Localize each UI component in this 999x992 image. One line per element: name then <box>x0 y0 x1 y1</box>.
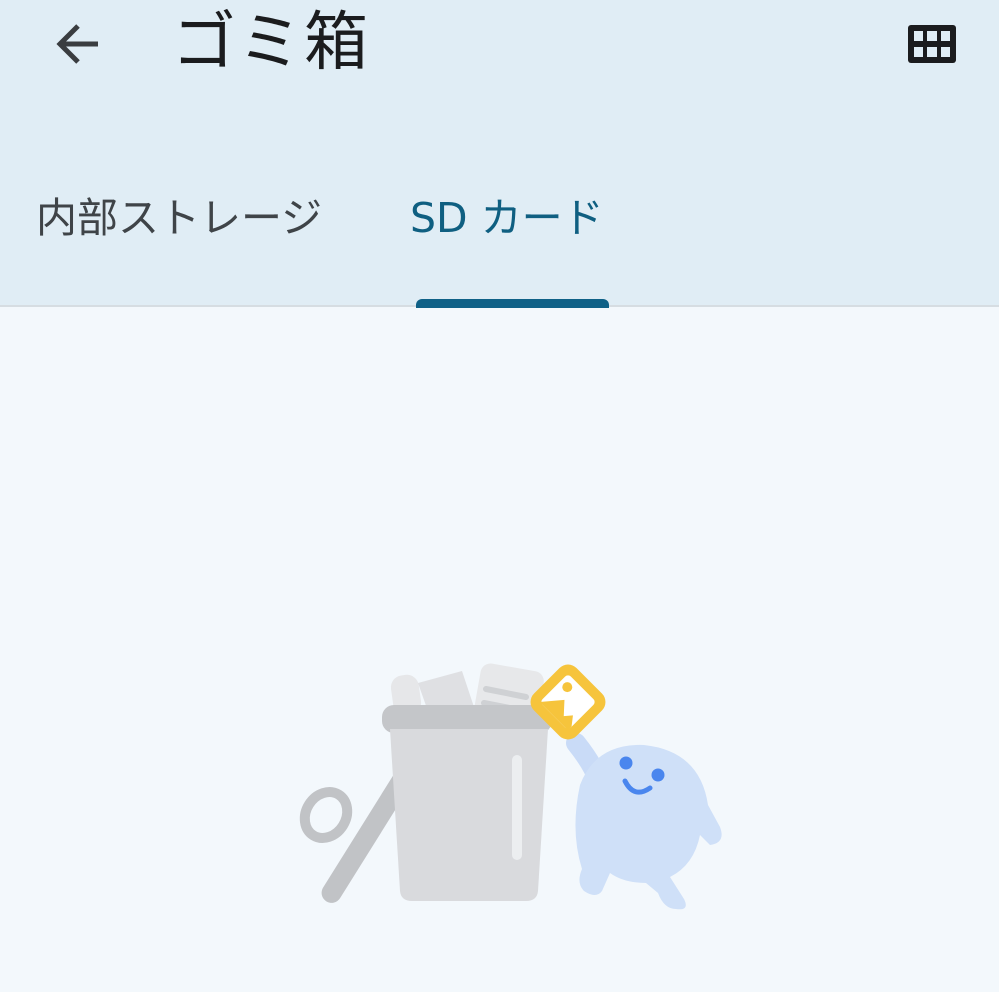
tab-sd-card[interactable]: SD カード <box>410 186 604 250</box>
back-button[interactable] <box>46 12 110 76</box>
trash-screen: ゴミ箱 内部ストレージ SD カード <box>0 0 999 992</box>
app-bar: ゴミ箱 内部ストレージ SD カード <box>0 0 999 308</box>
tab-internal-storage[interactable]: 内部ストレージ <box>36 186 322 250</box>
grid-view-button[interactable] <box>896 12 968 76</box>
page-title: ゴミ箱 <box>172 6 370 80</box>
empty-trash-illustration <box>280 655 730 915</box>
grid-view-icon <box>908 25 956 63</box>
arrow-left-icon <box>56 24 98 64</box>
active-tab-indicator <box>416 299 609 308</box>
